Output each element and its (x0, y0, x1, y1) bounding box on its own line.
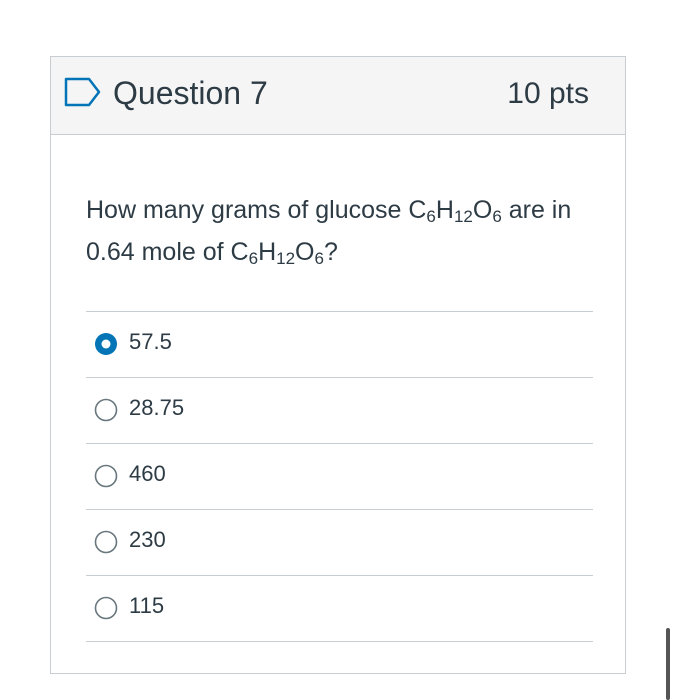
answer-label: 115 (129, 593, 165, 618)
answer-label: 460 (129, 461, 166, 486)
question-header: Question 7 10 pts (51, 57, 625, 135)
answer-option[interactable]: 460 (86, 443, 593, 509)
scrollbar[interactable] (666, 628, 670, 700)
radio-unselected-icon[interactable] (94, 464, 118, 488)
question-text: How many grams of glucose C6H12O6 are in… (86, 196, 572, 268)
radio-unselected-icon[interactable] (94, 398, 118, 422)
radio-unselected-icon[interactable] (94, 596, 118, 620)
radio-unselected-icon[interactable] (94, 530, 118, 554)
answer-option[interactable]: 57.5 (86, 311, 593, 377)
radio-selected-icon[interactable] (94, 332, 118, 356)
bookmark-flag-icon[interactable] (63, 76, 103, 108)
question-title: Question 7 (113, 75, 268, 111)
answer-option[interactable]: 115 (86, 575, 593, 642)
question-card: Question 7 10 pts How many grams of gluc… (50, 56, 626, 674)
answer-option[interactable]: 28.75 (86, 377, 593, 443)
answer-label: 57.5 (129, 329, 172, 354)
answer-label: 230 (129, 527, 166, 552)
question-points: 10 pts (507, 77, 589, 110)
answer-option[interactable]: 230 (86, 509, 593, 575)
answer-list: 57.5 28.75 460 230 115 (86, 311, 593, 642)
answer-label: 28.75 (129, 395, 185, 420)
